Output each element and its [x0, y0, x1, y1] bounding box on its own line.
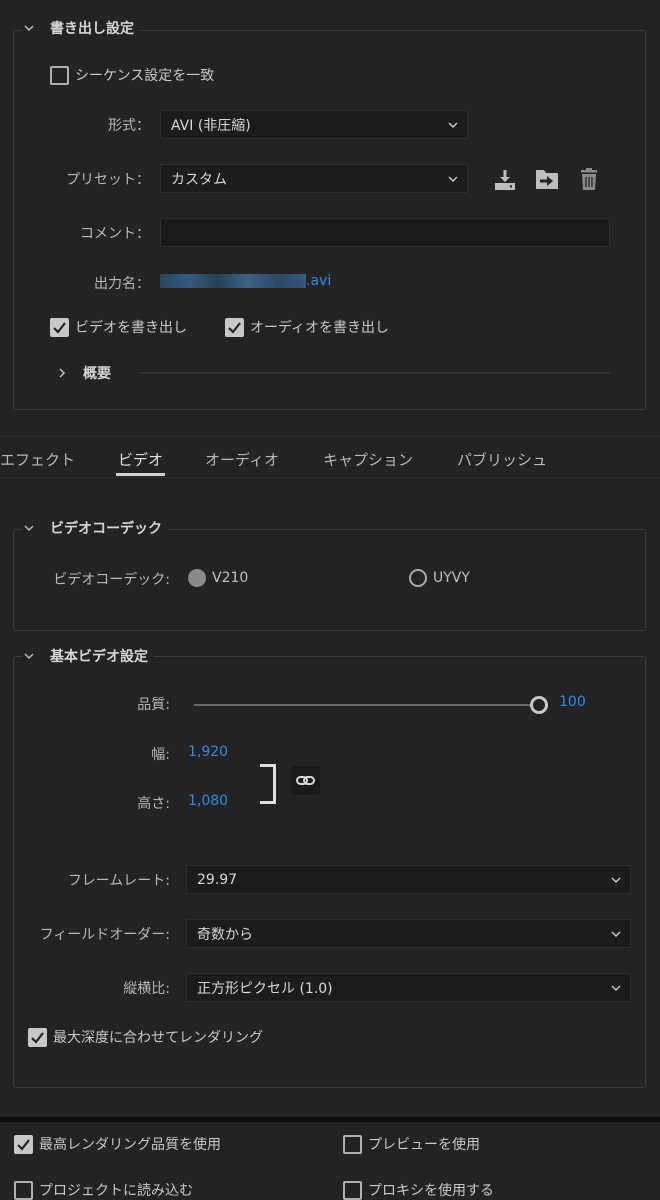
dimension-bracket: [260, 764, 276, 804]
tab-effects[interactable]: エフェクト: [0, 449, 75, 470]
summary-header[interactable]: 概要: [55, 363, 111, 383]
use-proxy-label: プロキシを使用する: [368, 1183, 494, 1199]
dropdown-caret-icon: [610, 928, 622, 940]
format-select[interactable]: AVI (非圧縮): [160, 110, 468, 139]
use-preview-checkbox[interactable]: プレビューを使用: [343, 1134, 480, 1154]
save-preset-icon[interactable]: [492, 167, 518, 197]
height-label: 高さ:: [137, 796, 170, 812]
radio-v210-label: V210: [212, 570, 249, 586]
radio-uyvy[interactable]: UYVY: [409, 569, 470, 587]
width-label: 幅:: [151, 747, 170, 763]
frame-rate-select[interactable]: 29.97: [186, 865, 631, 894]
export-video-label: ビデオを書き出し: [75, 320, 187, 336]
format-value: AVI (非圧縮): [171, 117, 251, 134]
active-tab-indicator: [116, 473, 165, 476]
comment-label: コメント：: [80, 226, 150, 242]
output-name-link[interactable]: .avi: [160, 273, 331, 289]
checkbox-unchecked[interactable]: [14, 1180, 33, 1200]
export-video-checkbox[interactable]: ビデオを書き出し: [50, 317, 187, 337]
basic-video-title: 基本ビデオ設定: [50, 649, 148, 665]
height-value[interactable]: 1,080: [188, 793, 228, 809]
video-codec-title: ビデオコーデック: [50, 521, 162, 537]
output-name-redacted: [160, 274, 306, 288]
radio-selected[interactable]: [188, 569, 206, 587]
checkbox-unchecked[interactable]: [50, 65, 69, 85]
aspect-value: 正方形ピクセル (1.0): [197, 980, 333, 997]
import-preset-icon[interactable]: [534, 166, 562, 196]
checkbox-checked[interactable]: [28, 1027, 47, 1047]
checkbox-checked[interactable]: [50, 317, 69, 337]
quality-slider-handle[interactable]: [530, 696, 548, 714]
link-icon[interactable]: [291, 766, 320, 795]
match-sequence-label: シーケンス設定を一致: [75, 68, 215, 84]
checkbox-checked[interactable]: [225, 317, 244, 337]
preset-value: カスタム: [171, 171, 227, 188]
aspect-select[interactable]: 正方形ピクセル (1.0): [186, 973, 631, 1002]
checkmark-icon: [53, 321, 66, 334]
export-audio-checkbox[interactable]: オーディオを書き出し: [225, 317, 389, 337]
max-quality-checkbox[interactable]: 最高レンダリング品質を使用: [14, 1134, 221, 1154]
chevron-right-icon: [55, 366, 69, 380]
quality-value[interactable]: 100: [559, 694, 586, 710]
checkmark-icon: [17, 1138, 30, 1151]
checkbox-unchecked[interactable]: [343, 1180, 362, 1200]
output-name-ext: .avi: [306, 273, 332, 289]
export-audio-label: オーディオを書き出し: [250, 320, 390, 336]
summary-divider: [140, 372, 610, 374]
frame-rate-value: 29.97: [197, 871, 238, 888]
tab-publish[interactable]: パブリッシュ: [457, 449, 547, 470]
width-value[interactable]: 1,920: [188, 744, 228, 760]
dropdown-caret-icon: [610, 982, 622, 994]
tab-audio[interactable]: オーディオ: [205, 449, 279, 470]
checkbox-checked[interactable]: [14, 1134, 33, 1154]
radio-v210[interactable]: V210: [188, 569, 248, 587]
basic-video-header[interactable]: 基本ビデオ設定: [22, 646, 154, 666]
checkbox-unchecked[interactable]: [343, 1134, 362, 1154]
chevron-down-icon: [22, 521, 36, 535]
dropdown-caret-icon: [610, 874, 622, 886]
quality-slider-track[interactable]: [194, 704, 538, 706]
max-quality-label: 最高レンダリング品質を使用: [39, 1137, 221, 1153]
footer-divider: [0, 1117, 660, 1122]
preset-select[interactable]: カスタム: [160, 164, 468, 193]
use-proxy-checkbox[interactable]: プロキシを使用する: [343, 1180, 494, 1200]
frame-rate-label: フレームレート:: [67, 873, 170, 889]
export-settings-header[interactable]: 書き出し設定: [22, 18, 140, 38]
import-project-checkbox[interactable]: プロジェクトに読み込む: [14, 1180, 193, 1200]
checkmark-icon: [228, 321, 241, 334]
field-order-value: 奇数から: [197, 926, 253, 943]
field-order-select[interactable]: 奇数から: [186, 919, 631, 948]
quality-label: 品質:: [137, 697, 170, 713]
import-project-label: プロジェクトに読み込む: [39, 1183, 193, 1199]
max-depth-checkbox[interactable]: 最大深度に合わせてレンダリング: [28, 1027, 263, 1047]
summary-title: 概要: [83, 366, 111, 382]
dropdown-caret-icon: [447, 173, 459, 185]
chevron-down-icon: [22, 21, 36, 35]
radio-uyvy-label: UYVY: [433, 570, 470, 586]
dropdown-caret-icon: [447, 119, 459, 131]
aspect-label: 縦横比:: [123, 981, 170, 997]
match-sequence-checkbox[interactable]: シーケンス設定を一致: [50, 65, 214, 85]
settings-tabs: エフェクト ビデオ オーディオ キャプション パブリッシュ: [0, 436, 660, 478]
max-depth-label: 最大深度に合わせてレンダリング: [53, 1030, 263, 1046]
format-label: 形式：: [108, 118, 150, 134]
video-codec-label: ビデオコーデック:: [53, 572, 170, 588]
use-preview-label: プレビューを使用: [368, 1137, 480, 1153]
chevron-down-icon: [22, 649, 36, 663]
checkmark-icon: [31, 1031, 44, 1044]
tab-captions[interactable]: キャプション: [323, 449, 413, 470]
preset-label: プリセット：: [66, 172, 150, 188]
video-codec-header[interactable]: ビデオコーデック: [22, 518, 168, 538]
field-order-label: フィールドオーダー:: [39, 927, 170, 943]
comment-input[interactable]: [160, 218, 610, 247]
export-settings-title: 書き出し設定: [50, 21, 134, 37]
delete-preset-icon[interactable]: [577, 166, 601, 196]
tab-video[interactable]: ビデオ: [118, 449, 163, 470]
output-name-label: 出力名：: [94, 276, 150, 292]
radio-unselected[interactable]: [409, 569, 427, 587]
